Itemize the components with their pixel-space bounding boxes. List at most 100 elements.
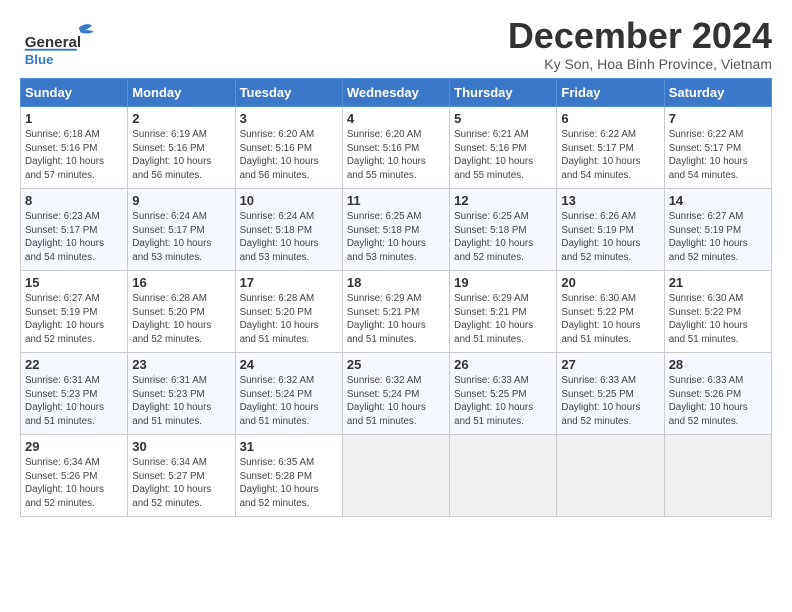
page-container: General Blue December 2024 Ky Son, Hoa B… [0,0,792,527]
day-number: 31 [240,438,338,456]
day-info: Sunrise: 6:31 AM Sunset: 5:23 PM Dayligh… [132,374,230,428]
day-number: 11 [347,192,445,210]
table-row: 18Sunrise: 6:29 AM Sunset: 5:21 PM Dayli… [342,270,449,352]
day-number: 15 [25,274,123,292]
table-row: 20Sunrise: 6:30 AM Sunset: 5:22 PM Dayli… [557,270,664,352]
day-number: 25 [347,356,445,374]
day-number: 17 [240,274,338,292]
day-info: Sunrise: 6:26 AM Sunset: 5:19 PM Dayligh… [561,210,659,264]
day-info: Sunrise: 6:24 AM Sunset: 5:17 PM Dayligh… [132,210,230,264]
table-row: 16Sunrise: 6:28 AM Sunset: 5:20 PM Dayli… [128,270,235,352]
day-number: 5 [454,110,552,128]
col-saturday: Saturday [664,78,771,106]
day-number: 2 [132,110,230,128]
col-tuesday: Tuesday [235,78,342,106]
table-row: 31Sunrise: 6:35 AM Sunset: 5:28 PM Dayli… [235,434,342,516]
table-row: 7Sunrise: 6:22 AM Sunset: 5:17 PM Daylig… [664,106,771,188]
page-subtitle: Ky Son, Hoa Binh Province, Vietnam [508,56,772,72]
calendar-week-row: 8Sunrise: 6:23 AM Sunset: 5:17 PM Daylig… [21,188,772,270]
table-row: 9Sunrise: 6:24 AM Sunset: 5:17 PM Daylig… [128,188,235,270]
day-info: Sunrise: 6:24 AM Sunset: 5:18 PM Dayligh… [240,210,338,264]
day-info: Sunrise: 6:30 AM Sunset: 5:22 PM Dayligh… [561,292,659,346]
day-number: 9 [132,192,230,210]
calendar-week-row: 22Sunrise: 6:31 AM Sunset: 5:23 PM Dayli… [21,352,772,434]
table-row: 1Sunrise: 6:18 AM Sunset: 5:16 PM Daylig… [21,106,128,188]
logo-svg: General Blue [20,20,110,70]
logo: General Blue [20,20,110,70]
day-number: 8 [25,192,123,210]
day-number: 6 [561,110,659,128]
day-info: Sunrise: 6:29 AM Sunset: 5:21 PM Dayligh… [347,292,445,346]
day-info: Sunrise: 6:25 AM Sunset: 5:18 PM Dayligh… [347,210,445,264]
title-block: December 2024 Ky Son, Hoa Binh Province,… [508,16,772,72]
table-row: 29Sunrise: 6:34 AM Sunset: 5:26 PM Dayli… [21,434,128,516]
day-number: 29 [25,438,123,456]
day-info: Sunrise: 6:33 AM Sunset: 5:25 PM Dayligh… [561,374,659,428]
day-number: 12 [454,192,552,210]
table-row [342,434,449,516]
header: General Blue December 2024 Ky Son, Hoa B… [20,16,772,72]
day-info: Sunrise: 6:34 AM Sunset: 5:26 PM Dayligh… [25,456,123,510]
page-title: December 2024 [508,16,772,56]
day-number: 20 [561,274,659,292]
table-row: 22Sunrise: 6:31 AM Sunset: 5:23 PM Dayli… [21,352,128,434]
day-number: 23 [132,356,230,374]
day-info: Sunrise: 6:25 AM Sunset: 5:18 PM Dayligh… [454,210,552,264]
day-number: 24 [240,356,338,374]
day-info: Sunrise: 6:20 AM Sunset: 5:16 PM Dayligh… [240,128,338,182]
table-row: 2Sunrise: 6:19 AM Sunset: 5:16 PM Daylig… [128,106,235,188]
table-row: 11Sunrise: 6:25 AM Sunset: 5:18 PM Dayli… [342,188,449,270]
col-wednesday: Wednesday [342,78,449,106]
col-thursday: Thursday [450,78,557,106]
day-info: Sunrise: 6:34 AM Sunset: 5:27 PM Dayligh… [132,456,230,510]
col-friday: Friday [557,78,664,106]
table-row [450,434,557,516]
day-number: 26 [454,356,552,374]
table-row: 3Sunrise: 6:20 AM Sunset: 5:16 PM Daylig… [235,106,342,188]
table-row [664,434,771,516]
table-row: 15Sunrise: 6:27 AM Sunset: 5:19 PM Dayli… [21,270,128,352]
table-row: 6Sunrise: 6:22 AM Sunset: 5:17 PM Daylig… [557,106,664,188]
day-info: Sunrise: 6:32 AM Sunset: 5:24 PM Dayligh… [347,374,445,428]
day-info: Sunrise: 6:31 AM Sunset: 5:23 PM Dayligh… [25,374,123,428]
svg-text:General: General [25,34,81,51]
calendar-body: 1Sunrise: 6:18 AM Sunset: 5:16 PM Daylig… [21,106,772,516]
table-row: 21Sunrise: 6:30 AM Sunset: 5:22 PM Dayli… [664,270,771,352]
table-row: 26Sunrise: 6:33 AM Sunset: 5:25 PM Dayli… [450,352,557,434]
table-row: 5Sunrise: 6:21 AM Sunset: 5:16 PM Daylig… [450,106,557,188]
table-row: 17Sunrise: 6:28 AM Sunset: 5:20 PM Dayli… [235,270,342,352]
day-number: 16 [132,274,230,292]
table-row: 19Sunrise: 6:29 AM Sunset: 5:21 PM Dayli… [450,270,557,352]
col-monday: Monday [128,78,235,106]
header-row: Sunday Monday Tuesday Wednesday Thursday… [21,78,772,106]
day-number: 18 [347,274,445,292]
day-info: Sunrise: 6:22 AM Sunset: 5:17 PM Dayligh… [669,128,767,182]
table-row: 23Sunrise: 6:31 AM Sunset: 5:23 PM Dayli… [128,352,235,434]
table-row: 4Sunrise: 6:20 AM Sunset: 5:16 PM Daylig… [342,106,449,188]
day-number: 22 [25,356,123,374]
day-number: 14 [669,192,767,210]
day-info: Sunrise: 6:27 AM Sunset: 5:19 PM Dayligh… [669,210,767,264]
day-info: Sunrise: 6:21 AM Sunset: 5:16 PM Dayligh… [454,128,552,182]
day-info: Sunrise: 6:35 AM Sunset: 5:28 PM Dayligh… [240,456,338,510]
day-number: 3 [240,110,338,128]
day-info: Sunrise: 6:20 AM Sunset: 5:16 PM Dayligh… [347,128,445,182]
table-row: 27Sunrise: 6:33 AM Sunset: 5:25 PM Dayli… [557,352,664,434]
day-number: 27 [561,356,659,374]
day-number: 19 [454,274,552,292]
day-info: Sunrise: 6:33 AM Sunset: 5:25 PM Dayligh… [454,374,552,428]
day-number: 4 [347,110,445,128]
table-row: 14Sunrise: 6:27 AM Sunset: 5:19 PM Dayli… [664,188,771,270]
calendar-week-row: 29Sunrise: 6:34 AM Sunset: 5:26 PM Dayli… [21,434,772,516]
calendar-table: Sunday Monday Tuesday Wednesday Thursday… [20,78,772,517]
day-number: 10 [240,192,338,210]
day-number: 13 [561,192,659,210]
day-info: Sunrise: 6:22 AM Sunset: 5:17 PM Dayligh… [561,128,659,182]
calendar-week-row: 15Sunrise: 6:27 AM Sunset: 5:19 PM Dayli… [21,270,772,352]
svg-text:Blue: Blue [25,52,54,67]
col-sunday: Sunday [21,78,128,106]
day-info: Sunrise: 6:23 AM Sunset: 5:17 PM Dayligh… [25,210,123,264]
day-info: Sunrise: 6:30 AM Sunset: 5:22 PM Dayligh… [669,292,767,346]
table-row: 8Sunrise: 6:23 AM Sunset: 5:17 PM Daylig… [21,188,128,270]
day-info: Sunrise: 6:33 AM Sunset: 5:26 PM Dayligh… [669,374,767,428]
